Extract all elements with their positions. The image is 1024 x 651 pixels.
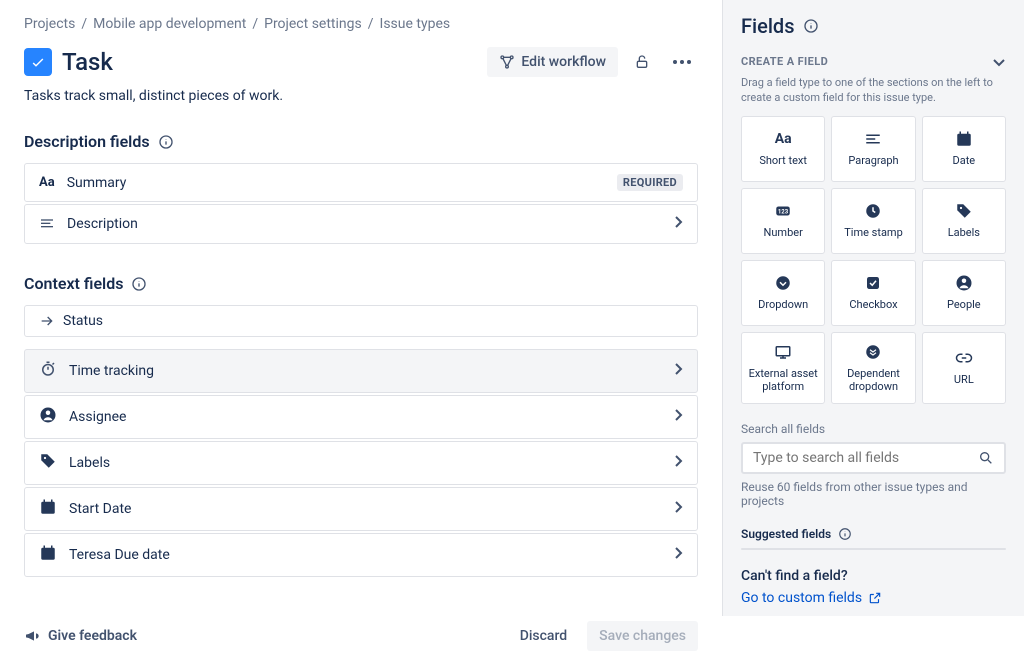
suggested-fields-placeholder <box>741 548 1006 550</box>
chevron-right-icon <box>673 362 683 380</box>
reuse-fields-note: Reuse 60 fields from other issue types a… <box>741 480 1006 508</box>
task-type-icon <box>24 48 52 76</box>
give-feedback-button[interactable]: Give feedback <box>24 628 137 644</box>
ext-icon <box>774 343 792 361</box>
chevron-right-icon <box>673 454 683 472</box>
edit-workflow-button[interactable]: Edit workflow <box>487 47 618 77</box>
create-field-label: CREATE A FIELD <box>741 55 828 68</box>
url-icon <box>955 349 973 367</box>
field-type-checkbox[interactable]: Checkbox <box>831 260 915 326</box>
field-description[interactable]: Description <box>24 204 698 244</box>
short-text-icon: Aa <box>39 175 55 190</box>
suggested-fields-label: Suggested fields <box>741 526 1006 542</box>
tag-icon <box>39 452 57 474</box>
save-changes-button: Save changes <box>587 621 698 651</box>
context-fields-heading: Context fields <box>24 274 698 293</box>
info-icon[interactable] <box>158 134 174 150</box>
stopwatch-icon <box>39 360 57 382</box>
cant-find-field-label: Can't find a field? <box>741 568 1006 584</box>
breadcrumb-projects[interactable]: Projects <box>24 16 75 32</box>
field-type-dropdown[interactable]: Dropdown <box>741 260 825 326</box>
status-chip[interactable]: Status <box>24 305 698 337</box>
field-row[interactable]: Labels <box>24 441 698 485</box>
breadcrumb-settings[interactable]: Project settings <box>264 16 362 32</box>
cal-icon <box>39 544 57 566</box>
external-link-icon <box>868 591 882 605</box>
chevron-right-icon <box>673 546 683 564</box>
issue-type-description: Tasks track small, distinct pieces of wo… <box>24 88 698 104</box>
depdrop-icon <box>864 343 882 361</box>
field-type-external-asset-platform[interactable]: External asset platform <box>741 332 825 404</box>
tag-icon <box>955 202 973 220</box>
discard-button[interactable]: Discard <box>508 621 579 651</box>
megaphone-icon <box>24 628 40 644</box>
check-icon <box>864 274 882 292</box>
workflow-icon <box>499 54 515 70</box>
field-type-time-stamp[interactable]: Time stamp <box>831 188 915 254</box>
num-icon: 123 <box>774 202 792 220</box>
breadcrumb: Projects / Mobile app development / Proj… <box>24 16 698 32</box>
field-type-short-text[interactable]: AaShort text <box>741 116 825 182</box>
field-type-url[interactable]: URL <box>922 332 1006 404</box>
arrow-right-icon <box>39 313 55 329</box>
person-icon <box>955 274 973 292</box>
paragraph-icon <box>39 216 55 232</box>
description-fields-heading: Description fields <box>24 132 698 151</box>
lock-icon[interactable] <box>626 46 658 78</box>
cal-icon <box>955 130 973 148</box>
field-type-number[interactable]: 123Number <box>741 188 825 254</box>
required-badge: REQUIRED <box>617 174 683 191</box>
svg-text:123: 123 <box>778 208 789 215</box>
more-actions-icon[interactable] <box>666 46 698 78</box>
chevron-right-icon <box>673 215 683 233</box>
create-field-description: Drag a field type to one of the sections… <box>741 75 1006 106</box>
field-type-paragraph[interactable]: Paragraph <box>831 116 915 182</box>
cal-icon <box>39 498 57 520</box>
search-all-fields-input[interactable] <box>741 442 1006 474</box>
chevron-down-icon[interactable] <box>992 52 1006 71</box>
field-row[interactable]: Teresa Due date <box>24 533 698 577</box>
chevron-right-icon <box>673 500 683 518</box>
field-type-people[interactable]: People <box>922 260 1006 326</box>
info-icon[interactable] <box>131 276 147 292</box>
field-row[interactable]: Time tracking <box>24 349 698 393</box>
search-all-fields-label: Search all fields <box>741 422 1006 436</box>
field-type-dependent-dropdown[interactable]: Dependent dropdown <box>831 332 915 404</box>
clock-icon <box>864 202 882 220</box>
breadcrumb-project[interactable]: Mobile app development <box>93 16 246 32</box>
field-type-date[interactable]: Date <box>922 116 1006 182</box>
person-icon <box>39 406 57 428</box>
info-icon[interactable] <box>837 526 853 542</box>
field-row[interactable]: Start Date <box>24 487 698 531</box>
info-icon[interactable] <box>803 18 819 34</box>
para-icon <box>864 130 882 148</box>
go-to-custom-fields-link[interactable]: Go to custom fields <box>741 590 1006 606</box>
field-summary[interactable]: Aa Summary REQUIRED <box>24 163 698 202</box>
chevron-right-icon <box>673 408 683 426</box>
page-title: Task <box>62 48 113 76</box>
Aa-icon: Aa <box>774 130 792 148</box>
field-type-labels[interactable]: Labels <box>922 188 1006 254</box>
breadcrumb-issue-types[interactable]: Issue types <box>380 16 451 32</box>
field-row[interactable]: Assignee <box>24 395 698 439</box>
search-icon <box>978 450 994 466</box>
fields-panel-title: Fields <box>741 14 1006 38</box>
drop-icon <box>774 274 792 292</box>
